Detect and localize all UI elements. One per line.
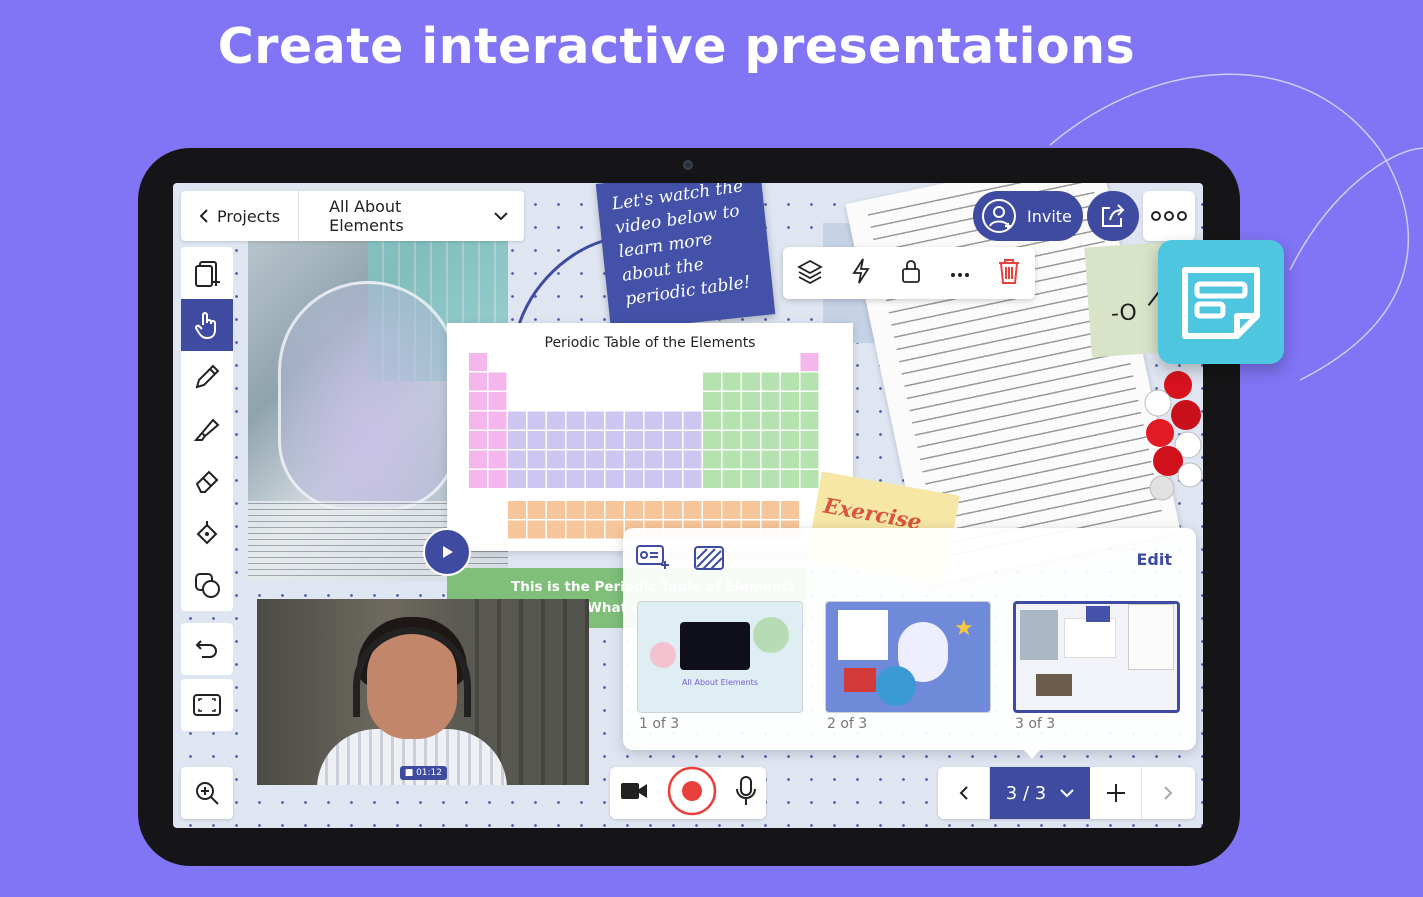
slide-thumbnail-1[interactable]: All About Elements [637,601,803,713]
record-button[interactable] [667,766,717,820]
svg-text:-O: -O [1110,300,1138,327]
slide-label-3: 3 of 3 [1015,716,1056,732]
layers-button[interactable] [796,257,824,289]
pen-tool[interactable] [181,351,233,403]
chevron-down-icon [494,211,508,220]
next-slide-button[interactable] [1142,767,1194,819]
copy-add-icon [195,261,220,287]
slide-pager: 3 / 3 [938,767,1195,819]
paint-bucket-icon [196,521,218,545]
object-toolbar [783,247,1035,299]
pencil-icon [195,364,220,389]
back-to-projects-button[interactable]: Projects [181,191,300,241]
recording-duration-badge: ■ 01:12 [399,766,447,780]
headline: Create interactive presentations [217,18,1136,75]
add-slide-icon [636,545,669,569]
star-icon: ★ [954,616,974,641]
lock-icon [902,260,920,283]
plus-icon [1106,784,1125,802]
video-camera-icon [621,783,647,799]
trash-icon [999,259,1020,284]
video-recording-tile[interactable]: ■ 01:12 [257,599,589,785]
hand-tool[interactable] [181,299,233,351]
molecule-model-image[interactable] [1138,363,1203,503]
microphone-button[interactable] [735,775,757,811]
shapes-tool[interactable] [181,559,233,611]
slide-label-2: 2 of 3 [827,716,868,732]
undo-icon [195,640,217,658]
chevron-right-icon [1164,786,1173,800]
periodic-table-card[interactable]: Periodic Table of the Elements [447,323,853,551]
actions-button[interactable] [849,257,873,289]
recording-controls [610,766,766,820]
undo-button[interactable] [181,623,233,675]
share-icon [1102,204,1125,227]
play-icon [443,546,453,558]
project-topbar: Projects All About Elements [181,191,525,241]
periodic-table-grid [469,353,819,539]
hand-pointer-icon [195,312,216,340]
hatch-pattern-icon [694,546,724,570]
slides-note-icon [1182,267,1260,339]
add-user-icon [982,199,1016,233]
eraser-icon [195,470,219,493]
slides-panel: Edit All About Elements ★ 1 of 3 2 of 3 … [623,528,1196,759]
add-slide-button[interactable] [635,543,671,575]
zoom-in-button[interactable] [181,767,233,819]
sticky-note-text: Let's watch the video below to learn mor… [610,183,752,310]
previous-slide-button[interactable] [938,767,990,819]
marker-icon [193,418,220,441]
more-options-button[interactable] [949,264,971,283]
panel-pointer [1023,749,1041,759]
app-screen: -O Let's watch the video below to learn … [173,183,1203,828]
ellipsis-icon [950,272,969,277]
more-dots-icon [1151,211,1187,221]
zoom-in-icon [196,782,219,805]
camera-dot [683,160,693,170]
share-button[interactable] [1087,191,1139,241]
menu-button[interactable] [1143,191,1195,241]
fill-tool[interactable] [181,507,233,559]
invite-button[interactable]: Invite [973,191,1083,241]
eraser-tool[interactable] [181,455,233,507]
camera-toggle-button[interactable] [619,780,649,806]
chevron-left-icon [959,786,968,800]
project-name-dropdown[interactable]: All About Elements [299,191,524,241]
delete-button[interactable] [996,256,1022,290]
record-icon [667,766,717,816]
layers-icon [796,259,823,285]
video-camera-icon: ■ [404,768,417,778]
lightning-icon [852,258,871,284]
chevron-left-icon [199,209,208,223]
microphone-icon [736,776,756,805]
video-play-button[interactable] [423,528,471,576]
app-logo-icon [1158,240,1284,364]
slide-label-1: 1 of 3 [639,716,680,732]
shapes-icon [195,573,220,598]
fit-screen-button[interactable] [181,679,233,731]
lock-button[interactable] [899,257,923,289]
chevron-down-icon [1060,788,1074,797]
slide-thumbnail-2[interactable]: ★ [825,601,991,713]
background-button[interactable] [693,545,725,575]
slide-count-dropdown[interactable]: 3 / 3 [990,767,1090,819]
highlighter-tool[interactable] [181,403,233,455]
add-page-tool[interactable] [181,247,233,299]
slide-thumbnail-3[interactable] [1013,601,1180,713]
fullscreen-frame-icon [193,694,221,716]
add-slide-pager-button[interactable] [1090,767,1142,819]
edit-slides-button[interactable]: Edit [1136,550,1172,569]
periodic-table-title: Periodic Table of the Elements [544,335,756,351]
